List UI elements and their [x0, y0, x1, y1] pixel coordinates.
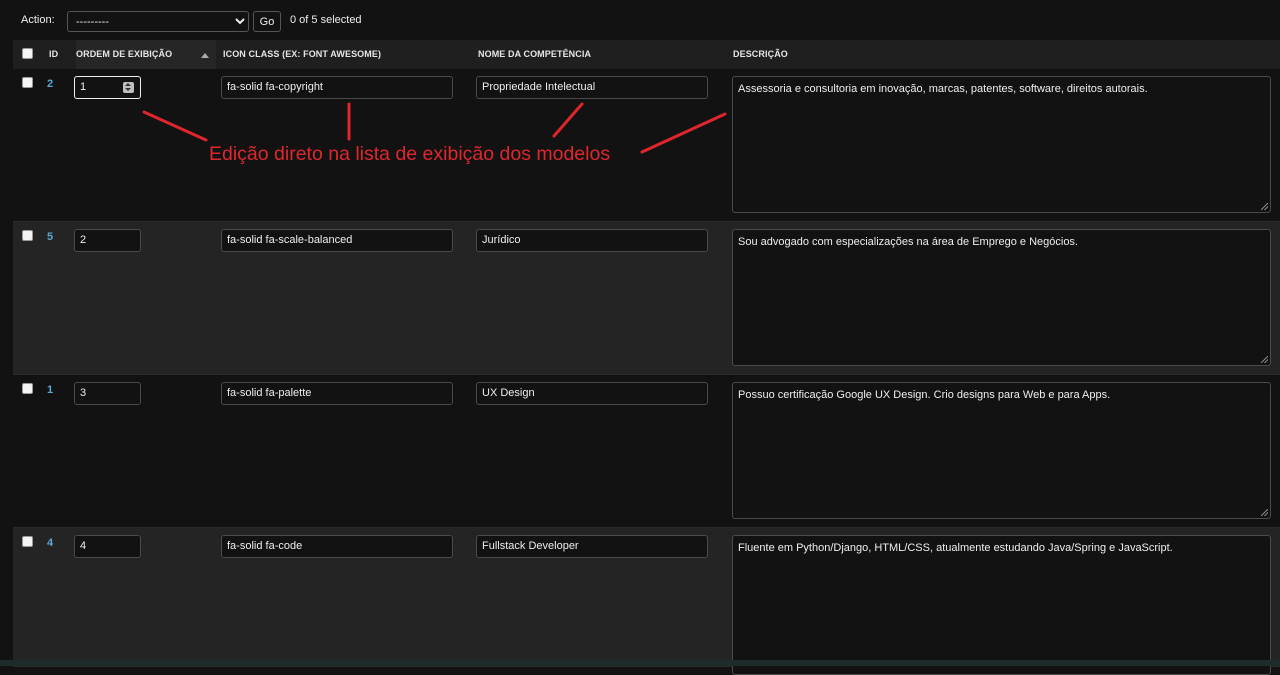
resize-handle-icon[interactable] — [1261, 203, 1268, 210]
nome-input[interactable]: Propriedade Intelectual — [476, 76, 708, 99]
number-spinner-icon[interactable] — [123, 82, 134, 93]
row-id-link[interactable]: 2 — [47, 78, 53, 90]
selection-counter: 0 of 5 selected — [290, 14, 362, 26]
annotation-text: Edição direto na lista de exibição dos m… — [209, 143, 611, 165]
nome-input[interactable]: Fullstack Developer — [476, 535, 708, 558]
descricao-textarea[interactable]: Assessoria e consultoria em inovação, ma… — [732, 76, 1271, 213]
row-id-link[interactable]: 4 — [47, 537, 53, 549]
row-checkbox[interactable] — [22, 383, 33, 394]
descricao-text: Fluente em Python/Django, HTML/CSS, atua… — [738, 542, 1173, 554]
ordem-input[interactable]: 4 — [74, 535, 141, 558]
header-ordem[interactable]: ORDEM DE EXIBIÇÃO — [76, 49, 172, 59]
descricao-textarea[interactable]: Sou advogado com especializações na área… — [732, 229, 1271, 366]
row-id-link[interactable]: 5 — [47, 231, 53, 243]
descricao-text: Assessoria e consultoria em inovação, ma… — [738, 83, 1148, 95]
descricao-text: Possuo certificação Google UX Design. Cr… — [738, 389, 1111, 401]
ordem-input[interactable]: 2 — [74, 229, 141, 252]
resize-handle-icon[interactable] — [1261, 509, 1268, 516]
table-row: 4 4 fa-solid fa-code Fullstack Developer… — [13, 528, 1280, 675]
resize-handle-icon[interactable] — [1261, 356, 1268, 363]
bottom-edge — [0, 660, 1280, 666]
action-label: Action: — [21, 14, 55, 26]
table-row: 1 3 fa-solid fa-palette UX Design Possuo… — [13, 375, 1280, 528]
select-all-checkbox[interactable] — [22, 48, 33, 59]
row-checkbox[interactable] — [22, 230, 33, 241]
row-id-link[interactable]: 1 — [47, 384, 53, 396]
nome-input[interactable]: Jurídico — [476, 229, 708, 252]
table-row: 2 1 fa-solid fa-copyright Propriedade In… — [13, 69, 1280, 222]
icon-class-input[interactable]: fa-solid fa-copyright — [221, 76, 453, 99]
nome-input[interactable]: UX Design — [476, 382, 708, 405]
header-nome[interactable]: NOME DA COMPETÊNCIA — [478, 49, 591, 59]
header-descricao[interactable]: DESCRIÇÃO — [733, 49, 788, 59]
action-select[interactable]: --------- — [67, 11, 249, 32]
ordem-input[interactable]: 3 — [74, 382, 141, 405]
descricao-textarea[interactable]: Fluente em Python/Django, HTML/CSS, atua… — [732, 535, 1271, 675]
icon-class-input[interactable]: fa-solid fa-palette — [221, 382, 453, 405]
table-header: ID ORDEM DE EXIBIÇÃO ICON CLASS (EX: FON… — [13, 40, 1280, 70]
table-row: 5 2 fa-solid fa-scale-balanced Jurídico … — [13, 222, 1280, 375]
go-button[interactable]: Go — [253, 11, 281, 32]
row-checkbox[interactable] — [22, 536, 33, 547]
sort-ascending-icon[interactable] — [201, 53, 209, 58]
icon-class-input[interactable]: fa-solid fa-code — [221, 535, 453, 558]
icon-class-input[interactable]: fa-solid fa-scale-balanced — [221, 229, 453, 252]
actions-bar: Action: --------- Go 0 of 5 selected — [0, 0, 1280, 40]
header-id[interactable]: ID — [49, 49, 58, 59]
descricao-textarea[interactable]: Possuo certificação Google UX Design. Cr… — [732, 382, 1271, 519]
header-icon-class[interactable]: ICON CLASS (EX: FONT AWESOME) — [223, 49, 381, 59]
row-checkbox[interactable] — [22, 77, 33, 88]
descricao-text: Sou advogado com especializações na área… — [738, 236, 1078, 248]
